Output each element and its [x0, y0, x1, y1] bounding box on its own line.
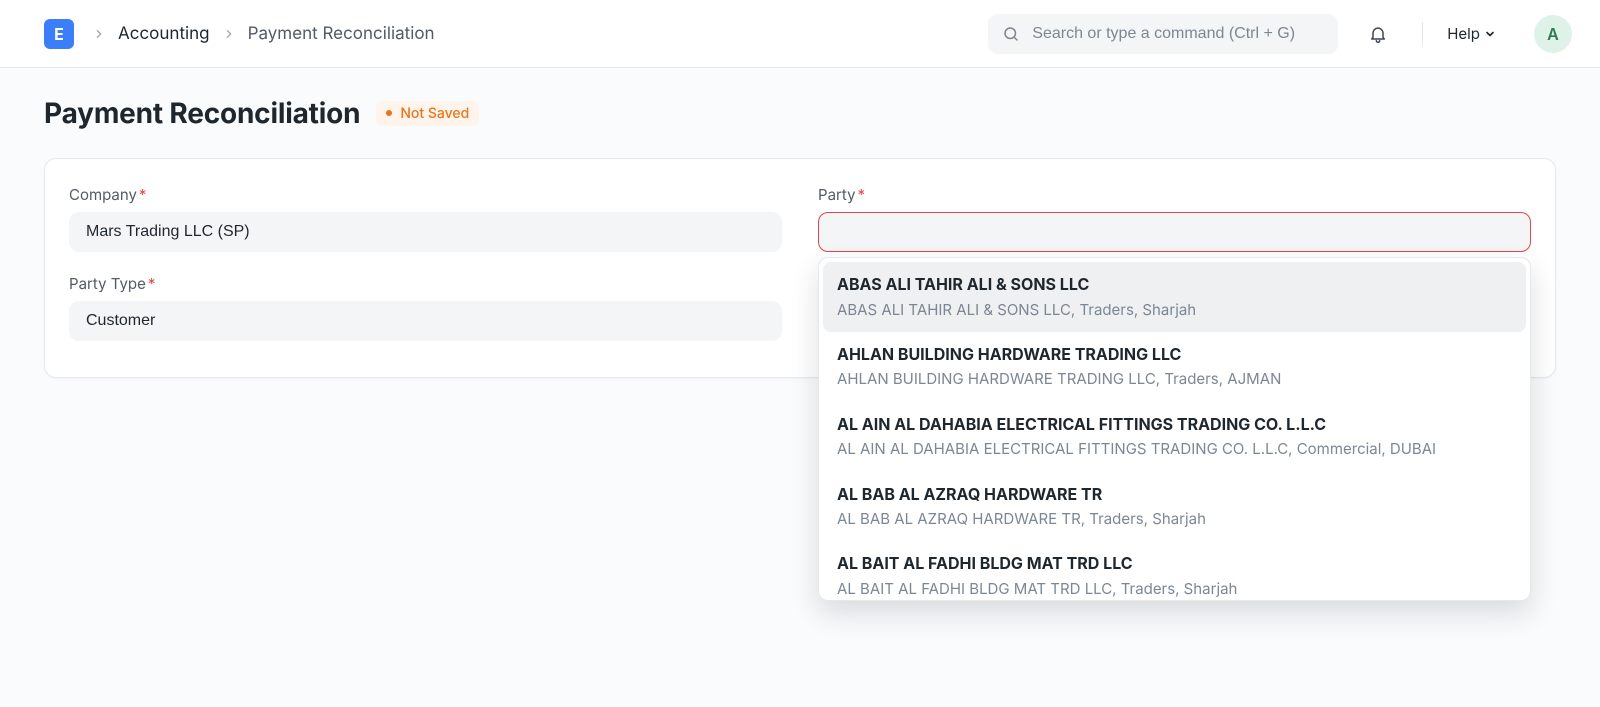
- app-logo[interactable]: E: [44, 19, 74, 49]
- party-dropdown: ABAS ALI TAHIR ALI & SONS LLC ABAS ALI TA…: [818, 257, 1531, 601]
- party-input[interactable]: [818, 212, 1531, 252]
- global-search[interactable]: [988, 14, 1338, 54]
- form-card: Company* Party* ABAS ALI TAHIR ALI & SON…: [44, 158, 1556, 378]
- field-label-party-type: Party Type*: [69, 274, 782, 293]
- chevron-right-icon: [224, 29, 234, 39]
- party-option-title: AL BAIT AL FADHI BLDG MAT TRD LLC: [837, 553, 1512, 575]
- avatar-initial: A: [1547, 24, 1559, 44]
- breadcrumb: Accounting Payment Reconciliation: [94, 24, 435, 44]
- party-option[interactable]: ABAS ALI TAHIR ALI & SONS LLC ABAS ALI TA…: [823, 262, 1526, 332]
- field-label-text: Company: [69, 185, 137, 204]
- page-body: Payment Reconciliation Not Saved Company…: [0, 68, 1600, 406]
- breadcrumb-item-current: Payment Reconciliation: [248, 24, 435, 44]
- party-option-sub: ABAS ALI TAHIR ALI & SONS LLC, Traders, …: [837, 300, 1512, 320]
- field-label-company: Company*: [69, 185, 782, 204]
- search-icon: [1002, 25, 1020, 43]
- party-option-title: AL BAB AL AZRAQ HARDWARE TR: [837, 484, 1512, 506]
- party-option[interactable]: AHLAN BUILDING HARDWARE TRADING LLC AHLAN…: [823, 332, 1526, 402]
- party-type-input-field[interactable]: [84, 311, 767, 331]
- topbar: E Accounting Payment Reconciliation Help…: [0, 0, 1600, 68]
- help-menu[interactable]: Help: [1447, 24, 1496, 43]
- field-label-party: Party*: [818, 185, 1531, 204]
- party-option-sub: AHLAN BUILDING HARDWARE TRADING LLC, Tra…: [837, 369, 1512, 389]
- status-text: Not Saved: [400, 105, 469, 122]
- field-label-text: Party Type: [69, 274, 146, 293]
- chevron-down-icon: [1484, 28, 1496, 40]
- page-head: Payment Reconciliation Not Saved: [44, 96, 1556, 130]
- field-party-type: Party Type*: [69, 274, 782, 341]
- avatar[interactable]: A: [1534, 15, 1572, 53]
- field-company: Company*: [69, 185, 782, 252]
- field-label-text: Party: [818, 185, 856, 204]
- chevron-right-icon: [94, 29, 104, 39]
- breadcrumb-item-accounting[interactable]: Accounting: [118, 24, 210, 44]
- page-title: Payment Reconciliation: [44, 96, 360, 130]
- party-dropdown-list[interactable]: ABAS ALI TAHIR ALI & SONS LLC ABAS ALI TA…: [819, 258, 1530, 601]
- required-asterisk: *: [148, 274, 156, 293]
- party-input-field[interactable]: [833, 222, 1516, 242]
- party-option-sub: AL AIN AL DAHABIA ELECTRICAL FITTINGS TR…: [837, 439, 1512, 459]
- party-option-sub: AL BAB AL AZRAQ HARDWARE TR, Traders, Sh…: [837, 509, 1512, 529]
- party-option-title: AL AIN AL DAHABIA ELECTRICAL FITTINGS TR…: [837, 414, 1512, 436]
- party-option-sub: AL BAIT AL FADHI BLDG MAT TRD LLC, Trade…: [837, 579, 1512, 599]
- required-asterisk: *: [139, 185, 147, 204]
- notifications-button[interactable]: [1358, 14, 1398, 54]
- party-option[interactable]: AL BAB AL AZRAQ HARDWARE TR AL BAB AL AZR…: [823, 472, 1526, 542]
- help-label: Help: [1447, 24, 1480, 43]
- party-option[interactable]: AL AIN AL DAHABIA ELECTRICAL FITTINGS TR…: [823, 402, 1526, 472]
- app-logo-letter: E: [54, 26, 64, 42]
- company-input[interactable]: [69, 212, 782, 252]
- status-badge: Not Saved: [376, 101, 479, 126]
- field-party: Party* ABAS ALI TAHIR ALI & SONS LLCABAS…: [818, 185, 1531, 252]
- required-asterisk: *: [858, 185, 866, 204]
- party-option[interactable]: AL BAIT AL FADHI BLDG MAT TRD LLC AL BAIT…: [823, 541, 1526, 601]
- party-option-title: ABAS ALI TAHIR ALI & SONS LLC: [837, 274, 1512, 296]
- global-search-input[interactable]: [1030, 24, 1324, 44]
- bell-icon: [1368, 24, 1388, 44]
- party-option-title: AHLAN BUILDING HARDWARE TRADING LLC: [837, 344, 1512, 366]
- company-input-field[interactable]: [84, 222, 767, 242]
- party-type-input[interactable]: [69, 301, 782, 341]
- divider: [1422, 22, 1423, 46]
